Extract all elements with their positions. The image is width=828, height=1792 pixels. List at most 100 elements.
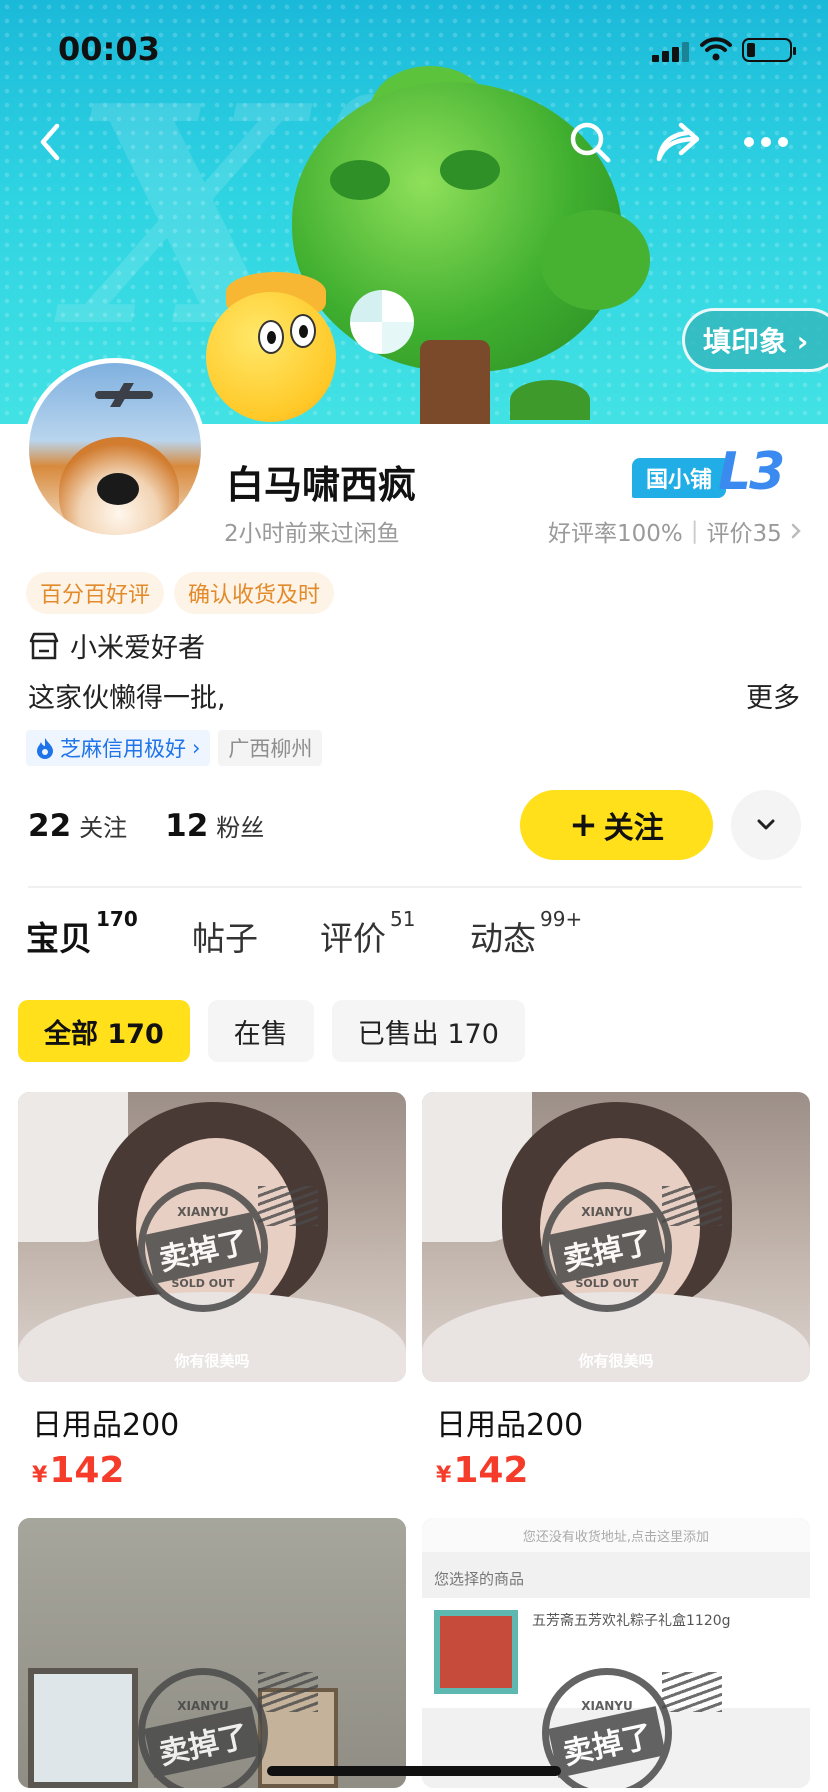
content-tabs: 宝贝 170 帖子 评价 51 动态 99+ bbox=[26, 907, 806, 972]
stamp-postmark-lines bbox=[662, 1186, 722, 1226]
product-card[interactable]: XIANYU 卖掉了 bbox=[18, 1518, 406, 1788]
tab-posts[interactable]: 帖子 bbox=[192, 912, 258, 960]
sold-out-stamp: XIANYU 卖掉了 bbox=[138, 1668, 268, 1788]
store-label: 小米爱好者 bbox=[70, 633, 205, 664]
mascot-tree-eye bbox=[440, 150, 500, 190]
chevron-right-icon bbox=[791, 523, 801, 539]
user-avatar[interactable] bbox=[24, 358, 206, 540]
avatar-airplane bbox=[95, 391, 153, 399]
product-title: 日用品200 bbox=[32, 1408, 180, 1443]
store-icon bbox=[29, 632, 59, 659]
stamp-postmark-lines bbox=[662, 1672, 722, 1712]
tab-label: 评价 bbox=[320, 919, 386, 958]
followers-count[interactable]: 12 bbox=[165, 808, 208, 844]
mascot-pinwheel bbox=[350, 290, 414, 354]
back-button[interactable] bbox=[22, 114, 78, 170]
mascot-tree-side bbox=[540, 210, 650, 310]
product-card[interactable]: 你有很美吗 XIANYU 卖掉了 SOLD OUT 日用品200 ¥ 142 bbox=[422, 1092, 810, 1491]
shop-badge[interactable]: 国小铺 bbox=[632, 458, 727, 498]
share-icon bbox=[656, 122, 700, 162]
stamp-bottom-text: SOLD OUT bbox=[575, 1276, 639, 1290]
rating-count: 评价35 bbox=[706, 521, 782, 547]
follow-label: 关注 bbox=[603, 811, 664, 846]
following-count[interactable]: 22 bbox=[28, 808, 71, 844]
plus-icon: + bbox=[569, 805, 598, 845]
order-heading: 您选择的商品 bbox=[434, 1570, 525, 1588]
filter-all[interactable]: 全部 170 bbox=[18, 1000, 190, 1062]
avatar-dog-nose bbox=[97, 473, 139, 505]
social-stats: 22 关注 12 粉丝 bbox=[28, 808, 294, 844]
tab-items[interactable]: 宝贝 170 bbox=[26, 907, 138, 960]
sold-out-stamp: XIANYU 卖掉了 bbox=[542, 1668, 672, 1788]
mascot-chick-eye bbox=[290, 314, 316, 348]
tab-activity[interactable]: 动态 99+ bbox=[470, 907, 582, 960]
battery-icon bbox=[742, 38, 796, 62]
mascot-chick bbox=[206, 292, 336, 422]
stamp-top-text: XIANYU bbox=[581, 1699, 633, 1713]
order-thumbnail bbox=[434, 1610, 518, 1694]
mascot-trunk bbox=[420, 340, 490, 424]
search-icon bbox=[570, 122, 611, 163]
bio-more-link[interactable]: 更多 bbox=[746, 676, 800, 715]
flame-icon bbox=[37, 738, 53, 759]
filter-sold[interactable]: 已售出 170 bbox=[331, 1000, 525, 1062]
sesame-credit-badge[interactable]: 芝麻信用极好 › bbox=[26, 730, 211, 766]
stamp-bottom-text: SOLD OUT bbox=[171, 1276, 235, 1290]
seller-level[interactable]: L3 bbox=[718, 442, 785, 502]
product-price: ¥ 142 bbox=[32, 1450, 406, 1491]
mascot-tree-eye bbox=[330, 160, 390, 200]
order-notice: 您还没有收货地址,点击这里添加 bbox=[422, 1518, 810, 1552]
product-card[interactable]: 您还没有收货地址,点击这里添加 您选择的商品 五芳斋五芳欢礼粽子礼盒1120g … bbox=[422, 1518, 810, 1788]
rating-summary[interactable]: 好评率100% | 评价35 bbox=[548, 514, 802, 548]
sold-out-stamp: XIANYU 卖掉了 SOLD OUT bbox=[138, 1182, 268, 1312]
tag-item: 百分百好评 bbox=[26, 572, 165, 614]
chevron-down-icon bbox=[757, 819, 775, 830]
cellular-signal-icon bbox=[652, 42, 690, 62]
status-bar: 00:03 bbox=[0, 0, 828, 96]
followers-label[interactable]: 粉丝 bbox=[216, 808, 264, 843]
expand-options-button[interactable] bbox=[731, 790, 801, 860]
filter-on-sale[interactable]: 在售 bbox=[207, 1000, 314, 1062]
chevron-right-icon: › bbox=[192, 736, 201, 760]
user-bio: 这家伙懒得一批, bbox=[28, 683, 226, 714]
product-image: 您还没有收货地址,点击这里添加 您选择的商品 五芳斋五芳欢礼粽子礼盒1120g … bbox=[422, 1518, 810, 1788]
mascot-chick-eye bbox=[258, 320, 284, 354]
follow-button[interactable]: + 关注 bbox=[520, 790, 713, 860]
photo-window bbox=[28, 1668, 138, 1788]
add-impression-button[interactable]: 填印象 › bbox=[682, 308, 828, 372]
product-title: 日用品200 bbox=[436, 1408, 584, 1443]
sold-out-stamp: XIANYU 卖掉了 SOLD OUT bbox=[542, 1182, 672, 1312]
home-indicator[interactable] bbox=[267, 1766, 561, 1776]
product-image: XIANYU 卖掉了 bbox=[18, 1518, 406, 1788]
tab-count: 99+ bbox=[540, 907, 583, 931]
tab-count: 51 bbox=[390, 907, 416, 931]
section-divider bbox=[28, 886, 802, 888]
status-time: 00:03 bbox=[58, 30, 160, 68]
tab-reviews[interactable]: 评价 51 bbox=[320, 907, 415, 960]
search-button[interactable] bbox=[562, 114, 618, 170]
order-item-name: 五芳斋五芳欢礼粽子礼盒1120g bbox=[532, 1613, 731, 1629]
stamp-main-text: 卖掉了 bbox=[144, 1706, 262, 1778]
photo-caption: 你有很美吗 bbox=[578, 1352, 654, 1370]
last-seen-text: 2小时前来过闲鱼 bbox=[224, 521, 400, 547]
stamp-top-text: XIANYU bbox=[581, 1204, 633, 1219]
tab-label: 帖子 bbox=[192, 919, 258, 958]
store-line: 小米爱好者 bbox=[28, 626, 205, 665]
tab-label: 宝贝 bbox=[26, 919, 92, 958]
stamp-postmark-lines bbox=[258, 1186, 318, 1226]
product-card[interactable]: 你有很美吗 XIANYU 卖掉了 SOLD OUT 日用品200 ¥ 142 bbox=[18, 1092, 406, 1491]
stamp-top-text: XIANYU bbox=[177, 1204, 229, 1219]
more-options-button[interactable] bbox=[738, 114, 794, 170]
credit-label: 芝麻信用极好 bbox=[60, 737, 186, 761]
currency-symbol: ¥ bbox=[32, 1463, 48, 1488]
product-image: 你有很美吗 XIANYU 卖掉了 SOLD OUT bbox=[422, 1092, 810, 1382]
item-filters: 全部 170 在售 已售出 170 bbox=[18, 1000, 525, 1062]
share-button[interactable] bbox=[650, 114, 706, 170]
wifi-icon bbox=[700, 37, 732, 61]
stamp-main-text: 卖掉了 bbox=[548, 1706, 666, 1778]
ellipsis-icon bbox=[744, 137, 788, 147]
reputation-tags: 百分百好评 确认收货及时 bbox=[26, 572, 335, 614]
product-image: 你有很美吗 XIANYU 卖掉了 SOLD OUT bbox=[18, 1092, 406, 1382]
rating-rate: 好评率100% bbox=[548, 521, 683, 547]
following-label[interactable]: 关注 bbox=[79, 808, 127, 843]
